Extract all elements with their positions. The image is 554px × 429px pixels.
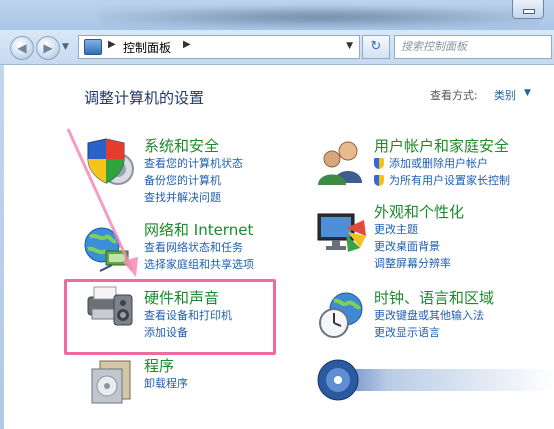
link-add-remove-accounts[interactable]: 添加或删除用户帐户 bbox=[374, 155, 510, 172]
link-change-desktop-background[interactable]: 更改桌面背景 bbox=[374, 238, 464, 255]
category-appearance: 外观和个性化 更改主题 更改桌面背景 调整屏幕分辨率 bbox=[374, 203, 464, 272]
control-panel-content: 调整计算机的设置 查看方式: 类别 ▼ 系统和安全 查看您的计算机状态 备份您的… bbox=[4, 65, 554, 429]
category-title-clock-language-region[interactable]: 时钟、语言和区域 bbox=[374, 289, 494, 307]
uac-shield-icon bbox=[374, 158, 384, 169]
link-view-network-status[interactable]: 查看网络状态和任务 bbox=[144, 239, 254, 256]
page-title: 调整计算机的设置 bbox=[84, 89, 205, 107]
view-by-label: 查看方式: bbox=[430, 89, 478, 102]
category-system-security: 系统和安全 查看您的计算机状态 备份您的计算机 查找并解决问题 bbox=[144, 137, 243, 206]
search-input[interactable] bbox=[401, 36, 531, 56]
control-panel-icon bbox=[84, 39, 102, 55]
link-adjust-resolution[interactable]: 调整屏幕分辨率 bbox=[374, 255, 464, 272]
minimize-button[interactable] bbox=[512, 0, 544, 19]
user-accounts-icon[interactable] bbox=[316, 137, 368, 189]
breadcrumb-control-panel[interactable]: 控制面板 bbox=[123, 39, 171, 56]
link-backup-computer[interactable]: 备份您的计算机 bbox=[144, 172, 243, 189]
refresh-button[interactable]: ↻ bbox=[362, 35, 390, 59]
back-button[interactable]: ◀ bbox=[10, 36, 34, 60]
link-change-keyboard[interactable]: 更改键盘或其他输入法 bbox=[374, 307, 494, 324]
link-homegroup-sharing[interactable]: 选择家庭组和共享选项 bbox=[144, 256, 254, 273]
refresh-icon: ↻ bbox=[370, 39, 382, 54]
link-change-display-language[interactable]: 更改显示语言 bbox=[374, 324, 494, 341]
highlight-box bbox=[64, 279, 276, 355]
link-view-computer-status[interactable]: 查看您的计算机状态 bbox=[144, 155, 243, 172]
link-text: 添加或删除用户帐户 bbox=[389, 157, 488, 170]
category-title-programs[interactable]: 程序 bbox=[144, 357, 188, 375]
search-box[interactable] bbox=[394, 35, 552, 59]
forward-button[interactable]: ▶ bbox=[36, 36, 60, 60]
network-globe-icon[interactable] bbox=[82, 221, 134, 273]
category-title-system-security[interactable]: 系统和安全 bbox=[144, 137, 243, 155]
link-find-fix-problems[interactable]: 查找并解决问题 bbox=[144, 189, 243, 206]
category-network-internet: 网络和 Internet 查看网络状态和任务 选择家庭组和共享选项 bbox=[144, 221, 254, 273]
link-change-theme[interactable]: 更改主题 bbox=[374, 221, 464, 238]
navigation-bar: ◀ ▶ ▼ ▶ 控制面板 ▶ ▼ ↻ bbox=[0, 30, 554, 65]
ease-of-access-icon[interactable] bbox=[314, 353, 554, 407]
category-title-user-accounts[interactable]: 用户帐户和家庭安全 bbox=[374, 137, 510, 155]
appearance-monitor-icon[interactable] bbox=[316, 208, 368, 260]
blurred-title-overlay bbox=[100, 6, 540, 28]
recent-pages-chevron-icon[interactable]: ▼ bbox=[62, 42, 69, 52]
view-by-chevron-down-icon[interactable]: ▼ bbox=[524, 88, 531, 98]
link-text: 为所有用户设置家长控制 bbox=[389, 174, 510, 187]
category-title-appearance[interactable]: 外观和个性化 bbox=[374, 203, 464, 221]
address-dropdown-icon[interactable]: ▼ bbox=[346, 41, 353, 51]
category-clock-language-region: 时钟、语言和区域 更改键盘或其他输入法 更改显示语言 bbox=[374, 289, 494, 341]
programs-icon[interactable] bbox=[86, 355, 138, 407]
system-security-shield-icon[interactable] bbox=[84, 137, 136, 189]
link-uninstall-program[interactable]: 卸载程序 bbox=[144, 375, 188, 392]
breadcrumb-separator-icon[interactable]: ▶ bbox=[108, 39, 116, 50]
uac-shield-icon bbox=[374, 175, 384, 186]
breadcrumb-separator-icon[interactable]: ▶ bbox=[183, 39, 191, 50]
window-title-bar bbox=[0, 0, 554, 30]
link-parental-controls[interactable]: 为所有用户设置家长控制 bbox=[374, 172, 510, 189]
category-title-network-internet[interactable]: 网络和 Internet bbox=[144, 221, 254, 239]
view-by-dropdown[interactable]: 类别 bbox=[494, 87, 516, 103]
address-bar[interactable]: ▶ 控制面板 ▶ ▼ bbox=[78, 35, 360, 59]
category-programs: 程序 卸载程序 bbox=[144, 357, 188, 392]
clock-language-region-icon[interactable] bbox=[316, 289, 368, 341]
category-user-accounts: 用户帐户和家庭安全 添加或删除用户帐户 为所有用户设置家长控制 bbox=[374, 137, 510, 189]
minimize-icon bbox=[523, 9, 535, 14]
